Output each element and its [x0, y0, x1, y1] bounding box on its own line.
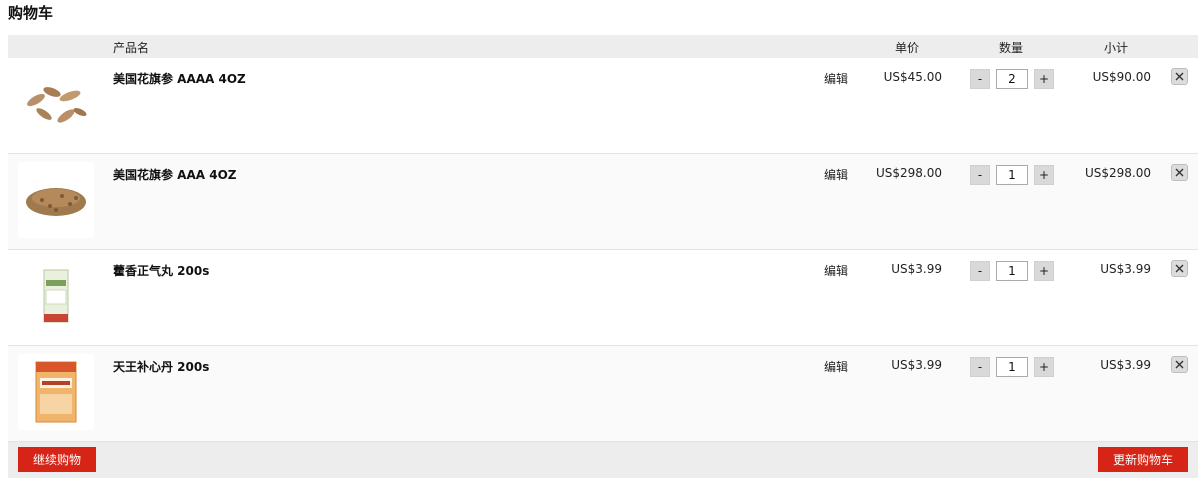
subtotal: US$90.00: [1092, 70, 1151, 84]
decrease-qty-button[interactable]: -: [970, 165, 990, 185]
decrease-qty-button[interactable]: -: [970, 357, 990, 377]
quantity-stepper: - +: [970, 165, 1054, 185]
product-name[interactable]: 美国花旗参 AAA 4OZ: [113, 166, 236, 183]
remove-item-button[interactable]: [1171, 260, 1188, 277]
ginseng-pellets-icon: [26, 188, 86, 216]
remove-item-button[interactable]: [1171, 68, 1188, 85]
product-image[interactable]: [18, 258, 94, 334]
increase-qty-button[interactable]: +: [1034, 357, 1054, 377]
ginseng-slices-icon: [27, 87, 87, 123]
quantity-stepper: - +: [970, 69, 1054, 89]
page-title: 购物车: [8, 4, 54, 22]
continue-shopping-button[interactable]: 继续购物: [18, 447, 96, 472]
decrease-qty-button[interactable]: -: [970, 69, 990, 89]
medicine-box-orange-icon: [35, 361, 77, 423]
header-product-name: 产品名: [113, 41, 150, 55]
product-image[interactable]: [18, 66, 94, 142]
unit-price: US$3.99: [891, 358, 942, 372]
header-quantity: 数量: [999, 41, 1024, 55]
edit-link[interactable]: 编辑: [824, 166, 848, 183]
cart-item: 藿香正气丸 200s 编辑 US$3.99 - + US$3.99: [8, 250, 1198, 346]
remove-item-button[interactable]: [1171, 356, 1188, 373]
product-name[interactable]: 美国花旗参 AAAA 4OZ: [113, 70, 246, 87]
increase-qty-button[interactable]: +: [1034, 165, 1054, 185]
quantity-input[interactable]: [996, 69, 1028, 89]
update-cart-button[interactable]: 更新购物车: [1098, 447, 1188, 472]
cart-item: 美国花旗参 AAA 4OZ 编辑 US$298.00 - + US$298.00: [8, 154, 1198, 250]
product-image[interactable]: [18, 354, 94, 430]
cart-item: 美国花旗参 AAAA 4OZ 编辑 US$45.00 - + US$90.00: [8, 58, 1198, 154]
edit-link[interactable]: 编辑: [824, 358, 848, 375]
quantity-input[interactable]: [996, 261, 1028, 281]
cart-item: 天王补心丹 200s 编辑 US$3.99 - + US$3.99: [8, 346, 1198, 442]
subtotal: US$298.00: [1084, 166, 1151, 180]
close-icon: [1175, 264, 1184, 273]
table-header: 产品名 单价 数量 小计: [8, 35, 1198, 58]
medicine-box-icon: [43, 269, 69, 323]
quantity-stepper: - +: [970, 357, 1054, 377]
product-name[interactable]: 藿香正气丸 200s: [113, 262, 209, 279]
close-icon: [1175, 72, 1184, 81]
unit-price: US$3.99: [891, 262, 942, 276]
quantity-input[interactable]: [996, 165, 1028, 185]
product-image[interactable]: [18, 162, 94, 238]
unit-price: US$298.00: [875, 166, 942, 180]
unit-price: US$45.00: [883, 70, 942, 84]
quantity-input[interactable]: [996, 357, 1028, 377]
header-unit-price: 单价: [895, 41, 920, 55]
cart-table: 产品名 单价 数量 小计 美国花旗参 AAAA 4OZ 编辑 US$45.00 …: [8, 35, 1198, 478]
decrease-qty-button[interactable]: -: [970, 261, 990, 281]
remove-item-button[interactable]: [1171, 164, 1188, 181]
cart-footer: 继续购物 更新购物车: [8, 442, 1198, 478]
edit-link[interactable]: 编辑: [824, 70, 848, 87]
header-subtotal: 小计: [1104, 41, 1129, 55]
increase-qty-button[interactable]: +: [1034, 69, 1054, 89]
close-icon: [1175, 360, 1184, 369]
edit-link[interactable]: 编辑: [824, 262, 848, 279]
product-name[interactable]: 天王补心丹 200s: [113, 358, 209, 375]
quantity-stepper: - +: [970, 261, 1054, 281]
increase-qty-button[interactable]: +: [1034, 261, 1054, 281]
subtotal: US$3.99: [1100, 358, 1151, 372]
close-icon: [1175, 168, 1184, 177]
subtotal: US$3.99: [1100, 262, 1151, 276]
